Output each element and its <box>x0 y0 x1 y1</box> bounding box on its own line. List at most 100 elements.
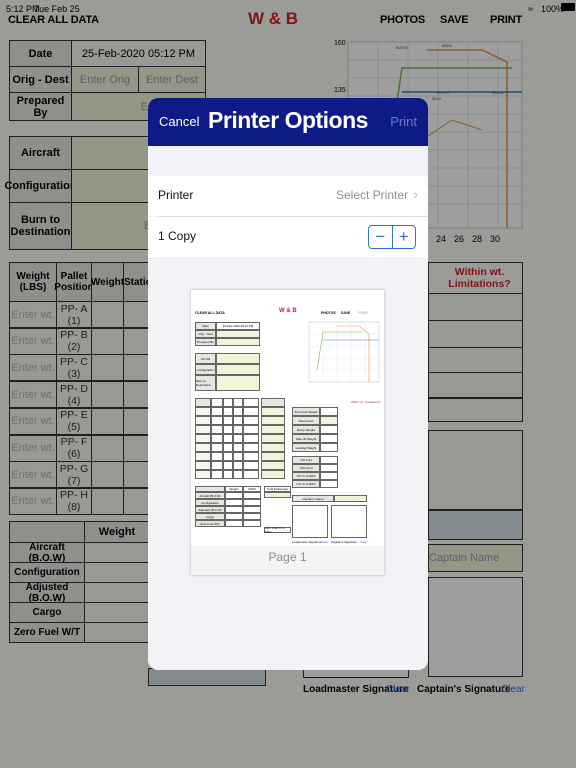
mini-right-label: Ramp Weight <box>292 425 320 434</box>
mini-row-within <box>243 434 259 443</box>
mini-row-weight <box>195 407 211 416</box>
dialog-print-button[interactable]: Print <box>390 114 417 129</box>
mini-row-w <box>223 443 233 452</box>
mini-row-remarks <box>261 452 285 461</box>
mini-row-within <box>243 461 259 470</box>
mini-row-pallet <box>211 407 223 416</box>
mini-bottom-weight <box>225 506 243 513</box>
copies-label: 1 Copy <box>158 229 197 243</box>
page-preview[interactable]: CLEAR ALL DATA W & B PHOTOS SAVE PRINT D… <box>191 290 384 575</box>
mini-captain-name-label: Captain's Name <box>292 495 334 502</box>
mini-right-value <box>320 434 338 443</box>
mini-bottom-mom <box>243 506 261 513</box>
mini-title: W & B <box>279 308 297 314</box>
mini-print: PRINT <box>358 311 369 315</box>
mini-row-weight <box>195 416 211 425</box>
mini-row-w <box>223 416 233 425</box>
mini-row-weight <box>195 434 211 443</box>
mini-bottom-weight <box>225 499 243 506</box>
mini-row-w <box>223 425 233 434</box>
mini-mid-value <box>320 456 338 464</box>
mini-date-label: Date <box>195 322 216 330</box>
mini-chart <box>308 321 380 383</box>
mini-prepared-label: Prepared By <box>195 338 216 346</box>
mini-row-w <box>223 407 233 416</box>
mini-row-s <box>233 407 243 416</box>
mini-right-label: Take off Weight <box>292 434 320 443</box>
mini-bottom-weight <box>225 520 243 527</box>
mini-row-w <box>223 461 233 470</box>
mini-save: SAVE <box>341 311 351 315</box>
mini-mid-label: T/O % of MAC <box>292 472 320 480</box>
mini-row-s <box>233 425 243 434</box>
mini-row-remarks <box>261 434 285 443</box>
mini-row-weight <box>195 443 211 452</box>
mini-row-w <box>223 470 233 479</box>
mini-row-weight <box>195 398 211 407</box>
mini-config-label: Configuration <box>195 364 216 375</box>
mini-row-s <box>233 461 243 470</box>
mini-prepared <box>216 338 260 346</box>
mini-right-value <box>320 425 338 434</box>
mini-aircraft <box>216 353 260 364</box>
mini-bottom-weight <box>225 513 243 520</box>
mini-row-within <box>243 443 259 452</box>
page-number-label: Page 1 <box>268 550 307 564</box>
mini-row-weight <box>195 425 211 434</box>
mini-right-value <box>320 443 338 452</box>
mini-loadmaster-box <box>292 505 328 538</box>
mini-row-remarks <box>261 443 285 452</box>
mini-orig-dest <box>216 330 260 338</box>
copies-row: 1 Copy − + <box>148 217 428 257</box>
mini-aircraft-label: Aircraft <box>195 353 216 364</box>
mini-bottom-label: Zero Fuel W/T <box>195 520 225 527</box>
mini-row-within <box>243 407 259 416</box>
mini-row-remarks <box>261 470 285 479</box>
mini-row-w <box>223 434 233 443</box>
mini-row-w <box>223 398 233 407</box>
mini-right-value <box>320 407 338 416</box>
mini-row-remarks <box>261 425 285 434</box>
mini-right-label: Zero Fuel Weight <box>292 407 320 416</box>
decrement-button[interactable]: − <box>369 226 392 248</box>
mini-row-s <box>233 398 243 407</box>
mini-captain-name <box>334 495 367 502</box>
printer-row[interactable]: Printer Select Printer › <box>148 176 428 216</box>
mini-bottom-weight <box>225 492 243 499</box>
mini-mid-value <box>320 464 338 472</box>
mini-burn <box>216 375 260 391</box>
mini-bottom-mom <box>243 520 261 527</box>
mini-burn-label: Burn to Destination <box>195 375 216 391</box>
mini-row-pallet <box>211 452 223 461</box>
dialog-header: Cancel Printer Options Print <box>148 98 428 146</box>
mini-row-remarks <box>261 398 285 407</box>
increment-button[interactable]: + <box>393 226 416 248</box>
mini-captain-sig: Captain's Signature <box>331 540 358 544</box>
mini-row-remarks <box>261 461 285 470</box>
mini-total-passenger-value <box>264 492 291 498</box>
mini-row-pallet <box>211 398 223 407</box>
mini-row-within <box>243 398 259 407</box>
mini-row-s <box>233 416 243 425</box>
mini-row-s <box>233 443 243 452</box>
mini-row-remarks <box>261 407 285 416</box>
mini-row-within <box>243 425 259 434</box>
mini-bottom-mom <box>243 499 261 506</box>
mini-config <box>216 364 260 375</box>
mini-bottom-label: Cargo <box>195 513 225 520</box>
mini-mid-value <box>320 472 338 480</box>
mini-row-pallet <box>211 470 223 479</box>
mini-photos: PHOTOS <box>321 311 336 315</box>
mini-row-pallet <box>211 461 223 470</box>
mini-mid-value <box>320 480 338 488</box>
mini-clear-2: Clear <box>360 540 368 544</box>
copies-stepper[interactable]: − + <box>368 225 416 249</box>
mini-mid-label: T/O Fuel <box>292 456 320 464</box>
mini-mid-label: LDG Fuel <box>292 464 320 472</box>
mini-orig-dest-label: Orig - Dest <box>195 330 216 338</box>
printer-options-dialog: Cancel Printer Options Print Printer Sel… <box>148 98 428 670</box>
mini-zf-mac: Zero Fuel % of MAC <box>264 526 291 534</box>
mini-loadmaster-sig: Loadmaster Signature <box>292 540 322 544</box>
mini-row-remarks <box>261 416 285 425</box>
mini-row-s <box>233 452 243 461</box>
